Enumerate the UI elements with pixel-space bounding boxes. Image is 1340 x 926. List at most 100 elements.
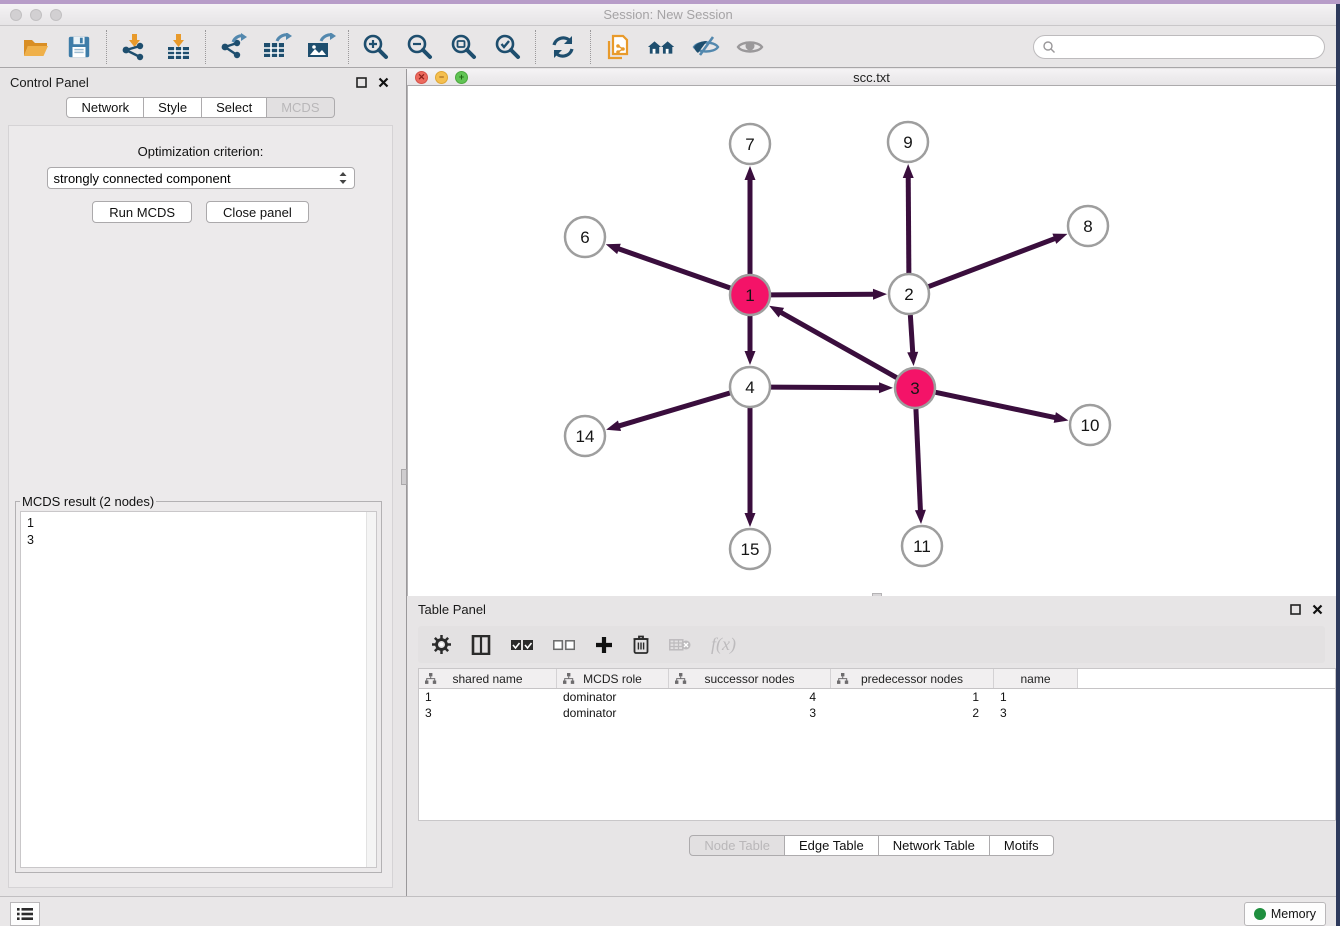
tab-network[interactable]: Network bbox=[66, 97, 144, 118]
edge-4-14[interactable] bbox=[618, 393, 730, 426]
add-row-icon[interactable] bbox=[595, 636, 613, 654]
node-label-1: 1 bbox=[745, 286, 754, 305]
export-network-icon[interactable] bbox=[218, 32, 248, 62]
cell-successor-nodes[interactable]: 3 bbox=[669, 705, 831, 721]
cell-successor-nodes[interactable]: 4 bbox=[669, 689, 831, 705]
memory-button[interactable]: Memory bbox=[1244, 902, 1326, 926]
node-label-11: 11 bbox=[913, 537, 931, 556]
export-image-icon[interactable] bbox=[306, 32, 336, 62]
close-table-panel-icon[interactable] bbox=[1309, 601, 1325, 617]
tab-node-table[interactable]: Node Table bbox=[689, 835, 785, 856]
minimize-window-icon[interactable] bbox=[30, 9, 42, 21]
result-scrollbar[interactable] bbox=[366, 512, 376, 867]
maximize-window-icon[interactable] bbox=[50, 9, 62, 21]
edge-1-6[interactable] bbox=[617, 248, 730, 288]
import-table-icon[interactable] bbox=[163, 32, 193, 62]
show-all-icon[interactable] bbox=[735, 32, 765, 62]
column-header-shared-name[interactable]: shared name bbox=[419, 669, 557, 688]
network-title: scc.txt bbox=[407, 70, 1336, 85]
tab-style[interactable]: Style bbox=[144, 97, 202, 118]
save-session-icon[interactable] bbox=[64, 32, 94, 62]
export-table-icon[interactable] bbox=[262, 32, 292, 62]
open-file-icon[interactable] bbox=[20, 32, 50, 62]
hierarchy-icon bbox=[674, 672, 687, 685]
function-builder-icon[interactable]: f(x) bbox=[711, 634, 736, 655]
edge-2-3[interactable] bbox=[910, 315, 912, 354]
duplicate-network-icon[interactable] bbox=[603, 32, 633, 62]
close-window-icon[interactable] bbox=[10, 9, 22, 21]
delete-column-icon[interactable] bbox=[669, 637, 691, 653]
network-graph[interactable]: 7968124314101511 bbox=[408, 86, 1336, 591]
mcds-panel: Optimization criterion: strongly connect… bbox=[8, 125, 393, 888]
run-mcds-button[interactable]: Run MCDS bbox=[92, 201, 192, 223]
table-row[interactable]: 1dominator411 bbox=[419, 689, 1335, 705]
network-titlebar[interactable]: ✕ − + scc.txt bbox=[407, 69, 1336, 86]
cell-name[interactable]: 1 bbox=[994, 689, 1078, 705]
zoom-in-icon[interactable] bbox=[361, 32, 391, 62]
deselect-all-icon[interactable] bbox=[553, 639, 575, 651]
control-panel-tabs: NetworkStyleSelectMCDS bbox=[0, 97, 401, 118]
edge-4-3[interactable] bbox=[771, 387, 881, 388]
edge-3-10[interactable] bbox=[936, 392, 1057, 418]
edge-3-1[interactable] bbox=[780, 312, 897, 378]
node-table[interactable]: shared nameMCDS rolesuccessor nodesprede… bbox=[418, 668, 1336, 821]
hide-selected-icon[interactable] bbox=[691, 32, 721, 62]
control-panel: Control Panel NetworkStyleSelectMCDS Opt… bbox=[0, 69, 401, 896]
mcds-result-box: MCDS result (2 nodes) 1 3 bbox=[15, 494, 382, 873]
column-header-successor-nodes[interactable]: successor nodes bbox=[669, 669, 831, 688]
zoom-fit-icon[interactable] bbox=[449, 32, 479, 62]
zoom-selected-icon[interactable] bbox=[493, 32, 523, 62]
arrowhead-1-6 bbox=[606, 244, 621, 254]
app-window: Session: New Session bbox=[0, 4, 1336, 926]
control-panel-title: Control Panel bbox=[10, 75, 89, 90]
column-header-MCDS-role[interactable]: MCDS role bbox=[557, 669, 669, 688]
refresh-icon[interactable] bbox=[548, 32, 578, 62]
table-panel-title: Table Panel bbox=[418, 602, 486, 617]
edge-1-2[interactable] bbox=[771, 294, 875, 295]
cell-name[interactable]: 3 bbox=[994, 705, 1078, 721]
float-panel-icon[interactable] bbox=[353, 74, 369, 90]
cell-shared-name[interactable]: 3 bbox=[419, 705, 557, 721]
criterion-value: strongly connected component bbox=[54, 171, 338, 186]
import-network-icon[interactable] bbox=[119, 32, 149, 62]
tab-edge-table[interactable]: Edge Table bbox=[785, 835, 879, 856]
cell-shared-name[interactable]: 1 bbox=[419, 689, 557, 705]
float-table-panel-icon[interactable] bbox=[1287, 601, 1303, 617]
gear-icon[interactable] bbox=[432, 635, 451, 654]
search-field[interactable] bbox=[1033, 35, 1325, 59]
tab-mcds[interactable]: MCDS bbox=[267, 97, 334, 118]
network-canvas[interactable]: 7968124314101511 bbox=[407, 86, 1336, 596]
edge-2-9[interactable] bbox=[908, 176, 909, 273]
column-header-predecessor-nodes[interactable]: predecessor nodes bbox=[831, 669, 994, 688]
task-history-icon[interactable] bbox=[10, 902, 40, 926]
cell-predecessor-nodes[interactable]: 1 bbox=[831, 689, 994, 705]
cell-MCDS-role[interactable]: dominator bbox=[557, 689, 669, 705]
node-label-4: 4 bbox=[745, 378, 754, 397]
criterion-dropdown[interactable]: strongly connected component bbox=[47, 167, 355, 189]
cell-MCDS-role[interactable]: dominator bbox=[557, 705, 669, 721]
mcds-result-text[interactable]: 1 3 bbox=[20, 511, 377, 868]
tab-motifs[interactable]: Motifs bbox=[990, 835, 1054, 856]
tab-network-table[interactable]: Network Table bbox=[879, 835, 990, 856]
home-view-icon[interactable] bbox=[647, 32, 677, 62]
chevron-up-down-icon bbox=[338, 171, 348, 185]
zoom-out-icon[interactable] bbox=[405, 32, 435, 62]
memory-label: Memory bbox=[1271, 907, 1316, 921]
delete-icon[interactable] bbox=[633, 635, 649, 654]
mcds-result-legend: MCDS result (2 nodes) bbox=[20, 494, 156, 509]
arrowhead-3-11 bbox=[915, 510, 926, 524]
edge-3-11[interactable] bbox=[916, 409, 921, 512]
close-panel-button[interactable]: Close panel bbox=[206, 201, 309, 223]
columns-icon[interactable] bbox=[471, 635, 491, 655]
status-bar: Memory bbox=[0, 896, 1336, 926]
edge-2-8[interactable] bbox=[929, 238, 1057, 286]
table-row[interactable]: 3dominator323 bbox=[419, 705, 1335, 721]
arrowhead-2-8 bbox=[1052, 234, 1067, 244]
cell-predecessor-nodes[interactable]: 2 bbox=[831, 705, 994, 721]
search-icon bbox=[1042, 40, 1056, 54]
select-all-icon[interactable] bbox=[511, 639, 533, 651]
column-header-name[interactable]: name bbox=[994, 669, 1078, 688]
tab-select[interactable]: Select bbox=[202, 97, 267, 118]
close-panel-icon[interactable] bbox=[375, 74, 391, 90]
search-input[interactable] bbox=[1060, 37, 1324, 57]
